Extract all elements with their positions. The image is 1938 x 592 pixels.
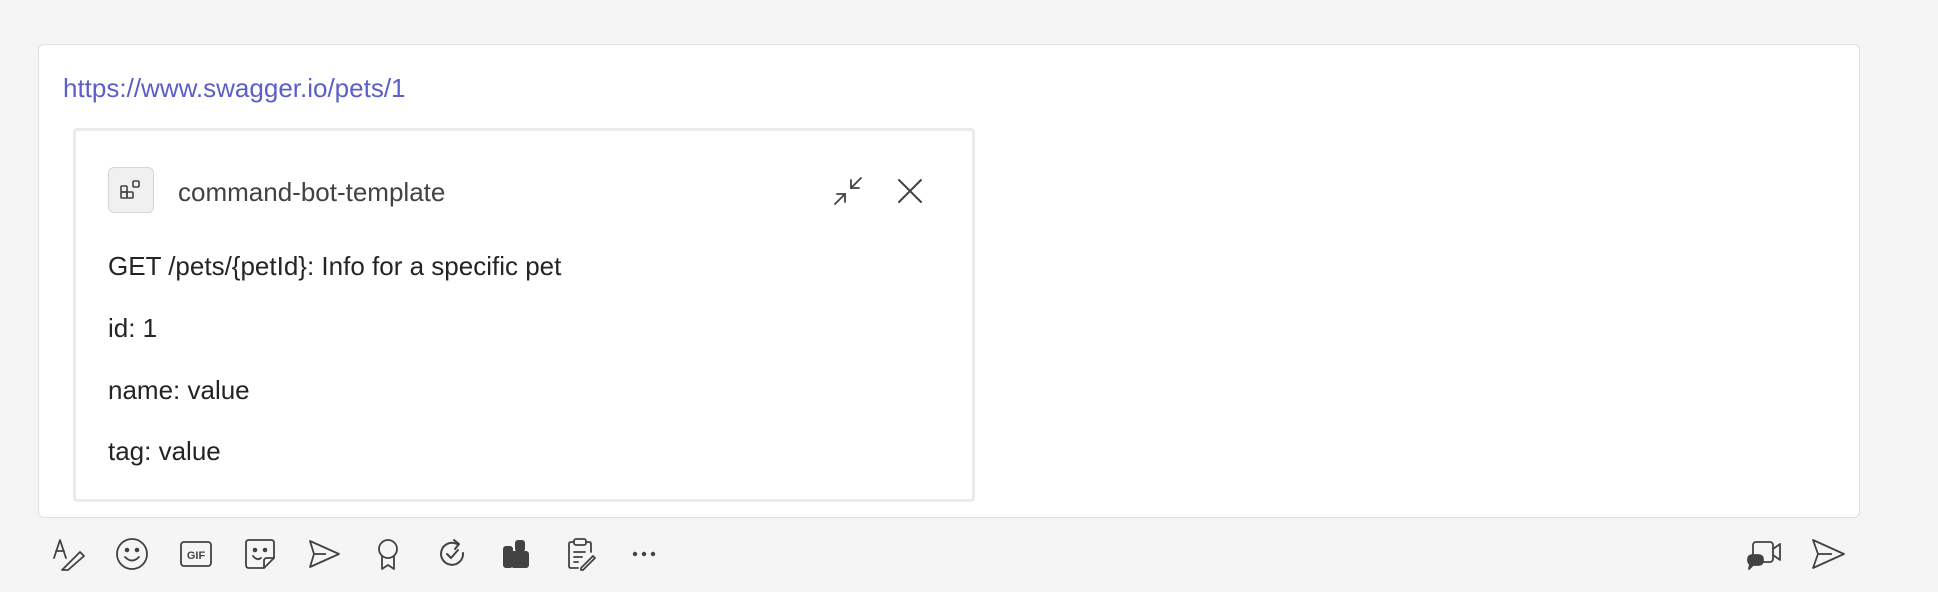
schedule-send-button[interactable] [304,534,344,574]
emoji-icon [114,536,150,572]
card-field-tag: tag: value [108,436,221,466]
gif-icon: GIF [178,536,214,572]
emoji-button[interactable] [112,534,152,574]
close-button[interactable] [890,171,930,211]
card-field-id: id: 1 [108,313,158,343]
compose-box[interactable]: https://www.swagger.io/pets/1 command-bo… [38,44,1860,518]
sticker-button[interactable] [240,534,280,574]
more-options-button[interactable] [624,534,664,574]
notes-button[interactable] [560,534,600,574]
more-icon [626,536,662,572]
meet-now-icon [1745,536,1783,572]
send-button[interactable] [1808,534,1848,574]
link-preview-card: command-bot-template GET /pets/{petId}: … [73,128,975,502]
apps-icon [498,536,534,572]
notes-icon [562,536,598,572]
meet-now-button[interactable] [1744,534,1784,574]
gif-label: GIF [187,550,206,562]
gif-button[interactable]: GIF [176,534,216,574]
close-icon [895,176,925,206]
schedule-send-icon [306,536,342,572]
loop-button[interactable] [432,534,472,574]
praise-icon [370,536,406,572]
card-field-name: name: value [108,375,250,405]
praise-button[interactable] [368,534,408,574]
format-button[interactable] [48,534,88,574]
message-link[interactable]: https://www.swagger.io/pets/1 [63,73,406,104]
loop-icon [434,536,470,572]
sticker-icon [242,536,278,572]
collapse-button[interactable] [828,171,868,211]
card-header: command-bot-template [108,167,940,215]
collapse-icon [831,174,865,208]
apps-button[interactable] [496,534,536,574]
send-icon [1810,536,1846,572]
app-name: command-bot-template [178,177,446,207]
format-icon [50,536,86,572]
apps-icon [108,167,154,213]
card-title: GET /pets/{petId}: Info for a specific p… [108,251,562,281]
